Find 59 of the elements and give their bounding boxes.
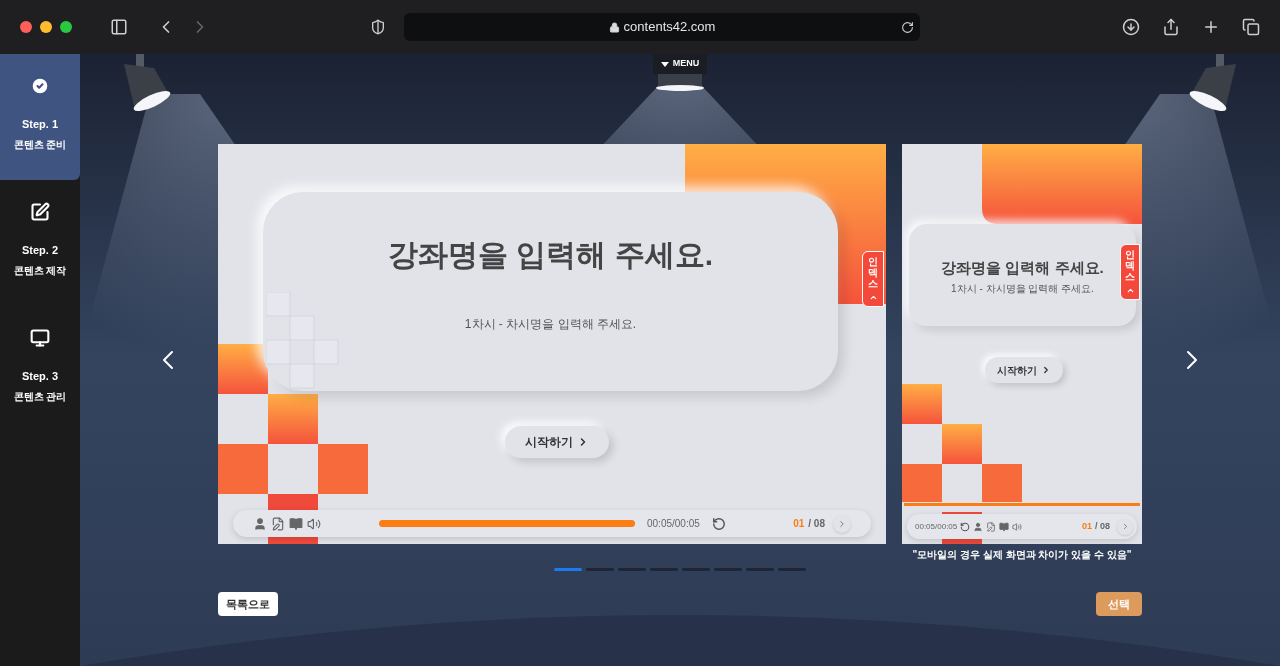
index-tab-label: 인덱스 bbox=[868, 256, 878, 289]
start-button[interactable]: 시작하기 bbox=[505, 426, 609, 458]
lesson-subtitle: 1차시 - 차시명을 입력해 주세요. bbox=[464, 316, 637, 333]
index-tab[interactable]: 인덱스 bbox=[862, 251, 884, 307]
spotlight-drawing bbox=[124, 54, 171, 112]
step-label: Step. 2 bbox=[21, 243, 59, 258]
document-edit-icon[interactable] bbox=[271, 516, 285, 531]
document-edit-icon[interactable] bbox=[986, 521, 997, 532]
caret-down-icon bbox=[660, 61, 669, 67]
check-circle-icon bbox=[30, 76, 50, 96]
download-icon[interactable] bbox=[1122, 18, 1140, 36]
replay-icon[interactable] bbox=[711, 516, 726, 531]
menu-button[interactable]: MENU bbox=[652, 54, 708, 74]
lock-icon bbox=[608, 21, 620, 33]
share-icon[interactable] bbox=[1162, 18, 1180, 36]
step-item[interactable]: Step. 2 콘텐츠 제작 bbox=[0, 180, 80, 306]
page-total: / 08 bbox=[808, 517, 825, 531]
chevron-right-icon bbox=[1041, 365, 1051, 375]
step-item[interactable]: Step. 1 콘텐츠 준비 bbox=[0, 54, 80, 180]
sidebar-toggle-icon[interactable] bbox=[110, 18, 128, 36]
address-bar[interactable]: contents42.com bbox=[404, 13, 920, 41]
step-label: Step. 1 bbox=[21, 117, 59, 132]
volume-icon[interactable] bbox=[1012, 521, 1023, 532]
step-title: 콘텐츠 관리 bbox=[13, 389, 67, 404]
time-display: 00:05/00:05 bbox=[647, 517, 700, 531]
page-total: / 08 bbox=[1095, 519, 1110, 533]
spotlight-drawing bbox=[1189, 54, 1236, 112]
volume-icon[interactable] bbox=[307, 516, 321, 531]
mobile-caption: "모바일의 경우 실제 화면과 차이가 있을 수 있음" bbox=[912, 548, 1132, 562]
tabs-overview-icon[interactable] bbox=[1242, 18, 1260, 36]
page-current: 01 bbox=[1081, 519, 1092, 533]
new-tab-icon[interactable] bbox=[1202, 18, 1220, 36]
book-icon[interactable] bbox=[289, 516, 303, 531]
page-current: 01 bbox=[793, 517, 805, 531]
reload-icon[interactable] bbox=[901, 20, 914, 34]
book-icon[interactable] bbox=[999, 521, 1010, 532]
chevron-right-icon bbox=[837, 518, 847, 529]
spotlight-drawing bbox=[656, 74, 704, 91]
time-display: 00:05/00:05 bbox=[915, 520, 958, 533]
lesson-subtitle: 1차시 - 차시명을 입력해 주세요. bbox=[951, 281, 1094, 296]
step-title: 콘텐츠 제작 bbox=[13, 263, 67, 278]
index-tab[interactable]: 인덱스 bbox=[1120, 244, 1140, 300]
index-tab-label: 인덱스 bbox=[1125, 249, 1135, 282]
course-title: 강좌명을 입력해 주세요. bbox=[941, 258, 1104, 278]
chevron-icon bbox=[1125, 286, 1135, 295]
url-text: contents42.com bbox=[623, 18, 716, 37]
shield-icon[interactable] bbox=[370, 19, 386, 35]
course-title: 강좌명을 입력해 주세요. bbox=[388, 237, 713, 273]
step-label: Step. 3 bbox=[21, 369, 59, 384]
chevron-icon bbox=[868, 293, 878, 302]
person-icon[interactable] bbox=[253, 516, 267, 531]
step-title: 콘텐츠 준비 bbox=[13, 137, 67, 152]
start-button[interactable]: 시작하기 bbox=[985, 357, 1063, 383]
monitor-icon bbox=[30, 328, 50, 348]
back-to-list-button[interactable]: 목록으로 bbox=[218, 592, 278, 616]
replay-icon[interactable] bbox=[960, 521, 971, 532]
edit-icon bbox=[30, 202, 50, 222]
step-item[interactable]: Step. 3 콘텐츠 관리 bbox=[0, 306, 80, 432]
person-icon[interactable] bbox=[973, 521, 984, 532]
